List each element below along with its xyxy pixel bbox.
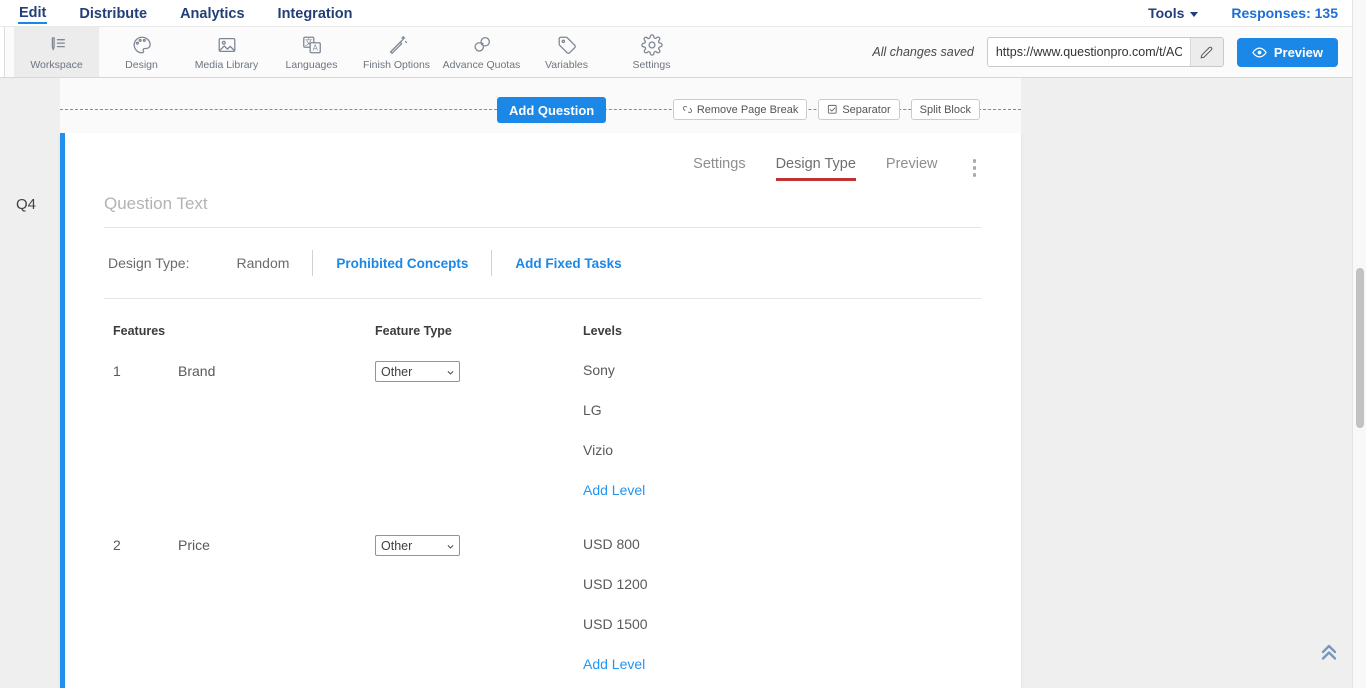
add-fixed-tasks-link[interactable]: Add Fixed Tasks (515, 256, 621, 271)
tag-icon (556, 34, 578, 56)
toolbar-item-label: Media Library (195, 59, 259, 71)
responses-count[interactable]: Responses: 135 (1231, 5, 1338, 21)
translate-icon: 文 A (301, 34, 323, 56)
feature-type-column-header: Feature Type (375, 324, 583, 338)
toolbar-media-library-button[interactable]: Media Library (184, 27, 269, 77)
feature-number: 1 (113, 361, 178, 499)
split-block-button[interactable]: Split Block (911, 99, 980, 120)
levels-list: Sony LG Vizio Add Level (583, 361, 981, 499)
remove-page-break-button[interactable]: Remove Page Break (673, 99, 808, 120)
feature-name[interactable]: Brand (178, 361, 375, 499)
save-status: All changes saved (872, 45, 973, 59)
toolbar-item-label: Design (125, 59, 158, 71)
separator-button[interactable]: Separator (818, 99, 899, 120)
remove-page-break-label: Remove Page Break (697, 104, 799, 116)
question-tabs: Settings Design Type Preview (104, 133, 981, 181)
toolbar-item-label: Advance Quotas (443, 59, 521, 71)
tab-preview[interactable]: Preview (886, 156, 938, 178)
feature-name[interactable]: Price (178, 535, 375, 673)
toolbar-workspace-button[interactable]: Workspace (14, 27, 99, 77)
divider (491, 250, 492, 276)
workspace-content: Q4 Add Question Remove Page Break Separa… (0, 78, 1366, 688)
nav-tab-integration[interactable]: Integration (277, 4, 354, 23)
toolbar-item-label: Settings (633, 59, 671, 71)
toolbar-finish-options-button[interactable]: Finish Options (354, 27, 439, 77)
level-item[interactable]: USD 1500 (583, 615, 981, 633)
scrollbar-thumb[interactable] (1356, 268, 1364, 428)
image-icon (216, 34, 238, 56)
add-level-link[interactable]: Add Level (583, 481, 981, 499)
top-nav: Edit Distribute Analytics Integration To… (0, 0, 1366, 27)
features-table: Features Feature Type Levels 1 Brand Oth… (104, 324, 981, 673)
feature-type-select[interactable]: Other (375, 535, 460, 556)
separator-label: Separator (842, 104, 890, 116)
design-type-value[interactable]: Random (236, 255, 289, 271)
prohibited-concepts-link[interactable]: Prohibited Concepts (336, 256, 468, 271)
levels-column-header: Levels (583, 324, 981, 338)
tab-settings[interactable]: Settings (693, 156, 745, 178)
design-type-row: Design Type: Random Prohibited Concepts … (104, 228, 981, 299)
add-question-button[interactable]: Add Question (497, 97, 606, 123)
magic-wand-icon (386, 34, 408, 56)
level-item[interactable]: USD 800 (583, 535, 981, 553)
features-table-header: Features Feature Type Levels (113, 324, 981, 338)
survey-url-input[interactable] (988, 38, 1190, 66)
feature-type-select-wrap: Other (375, 361, 460, 382)
scroll-to-top-button[interactable] (1317, 639, 1341, 663)
double-chevron-up-icon (1317, 639, 1341, 663)
level-item[interactable]: USD 1200 (583, 575, 981, 593)
workspace-icon (46, 34, 68, 56)
pencil-icon (1200, 46, 1213, 59)
tab-design-type[interactable]: Design Type (776, 156, 856, 181)
question-text-input[interactable]: Question Text (104, 194, 981, 228)
tools-dropdown[interactable]: Tools (1148, 5, 1198, 21)
toolbar-item-label: Finish Options (363, 59, 430, 71)
toolbar-item-label: Workspace (30, 59, 82, 71)
divider (312, 250, 313, 276)
toolbar-item-label: Languages (286, 59, 338, 71)
survey-url-box (987, 37, 1224, 67)
levels-list: USD 800 USD 1200 USD 1500 Add Level (583, 535, 981, 673)
more-options-kebab-icon[interactable] (968, 156, 982, 180)
toolbar-advance-quotas-button[interactable]: Advance Quotas (439, 27, 524, 77)
question-card: Settings Design Type Preview Question Te… (60, 133, 1021, 688)
feature-number: 2 (113, 535, 178, 673)
add-question-row: Add Question Remove Page Break Separator… (60, 78, 1021, 133)
features-column-header: Features (113, 324, 375, 338)
edit-url-button[interactable] (1190, 38, 1223, 66)
nav-tab-edit[interactable]: Edit (18, 3, 47, 24)
palette-icon (131, 34, 153, 56)
unlink-icon (682, 104, 693, 115)
checkbox-checked-icon (827, 104, 838, 115)
preview-label: Preview (1274, 45, 1323, 60)
nav-tab-analytics[interactable]: Analytics (179, 4, 245, 23)
feature-row: 2 Price Other USD 800 USD 1200 USD 1500 … (113, 535, 981, 673)
design-type-label: Design Type: (108, 255, 189, 271)
split-block-label: Split Block (920, 104, 971, 116)
vertical-scrollbar (1352, 0, 1366, 688)
eye-icon (1252, 45, 1267, 60)
chain-links-icon (471, 34, 493, 56)
level-item[interactable]: Sony (583, 361, 981, 379)
toolbar-languages-button[interactable]: 文 A Languages (269, 27, 354, 77)
gear-icon (641, 34, 663, 56)
survey-canvas: Add Question Remove Page Break Separator… (60, 78, 1021, 688)
feature-type-select-wrap: Other (375, 535, 460, 556)
preview-button[interactable]: Preview (1237, 38, 1338, 67)
feature-type-select[interactable]: Other (375, 361, 460, 382)
tools-label: Tools (1148, 5, 1184, 21)
level-item[interactable]: LG (583, 401, 981, 419)
toolbar-design-button[interactable]: Design (99, 27, 184, 77)
chevron-down-icon (1190, 12, 1198, 17)
level-item[interactable]: Vizio (583, 441, 981, 459)
svg-text:A: A (312, 43, 318, 52)
feature-row: 1 Brand Other Sony LG Vizio Add Level (113, 361, 981, 499)
toolbar-variables-button[interactable]: Variables (524, 27, 609, 77)
toolbar: Workspace Design Media Library 文 A Langu (0, 27, 1366, 78)
toolbar-settings-button[interactable]: Settings (609, 27, 694, 77)
toolbar-item-label: Variables (545, 59, 588, 71)
add-level-link[interactable]: Add Level (583, 655, 981, 673)
nav-tab-distribute[interactable]: Distribute (78, 4, 148, 23)
question-number-label: Q4 (16, 196, 36, 213)
